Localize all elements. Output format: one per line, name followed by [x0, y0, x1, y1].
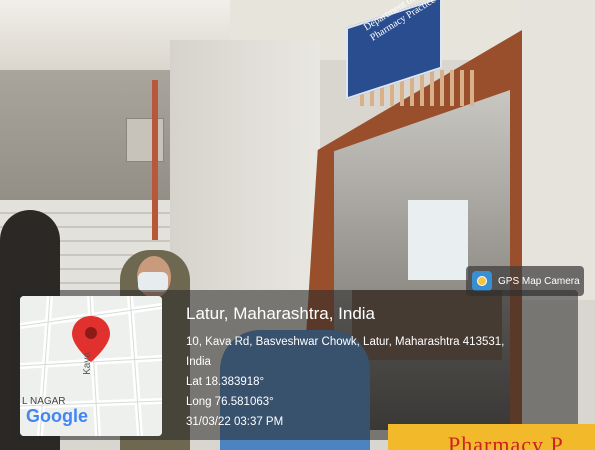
interior-window [408, 200, 468, 280]
electrical-box [126, 118, 164, 162]
pipe [152, 80, 158, 240]
camera-icon [472, 271, 492, 291]
map-thumbnail: Kava L NAGAR Google [20, 296, 162, 436]
bottom-banner: Pharmacy P [388, 424, 595, 450]
location-address-1: 10, Kava Rd, Basveshwar Chowk, Latur, Ma… [186, 336, 505, 348]
gps-badge-label: GPS Map Camera [498, 275, 580, 287]
location-lat: Lat 18.383918° [186, 376, 265, 388]
location-address-2: India [186, 356, 211, 368]
bottom-banner-text: Pharmacy P [448, 432, 564, 450]
wall-right [520, 0, 595, 300]
wall-middle [170, 40, 320, 290]
location-long: Long 76.581063° [186, 396, 274, 408]
map-road-label: Kava [81, 352, 93, 375]
location-title: Latur, Maharashtra, India [186, 304, 376, 323]
location-info: Latur, Maharashtra, India 10, Kava Rd, B… [186, 304, 504, 432]
face-mask [138, 272, 168, 292]
google-logo: Google [26, 406, 88, 426]
